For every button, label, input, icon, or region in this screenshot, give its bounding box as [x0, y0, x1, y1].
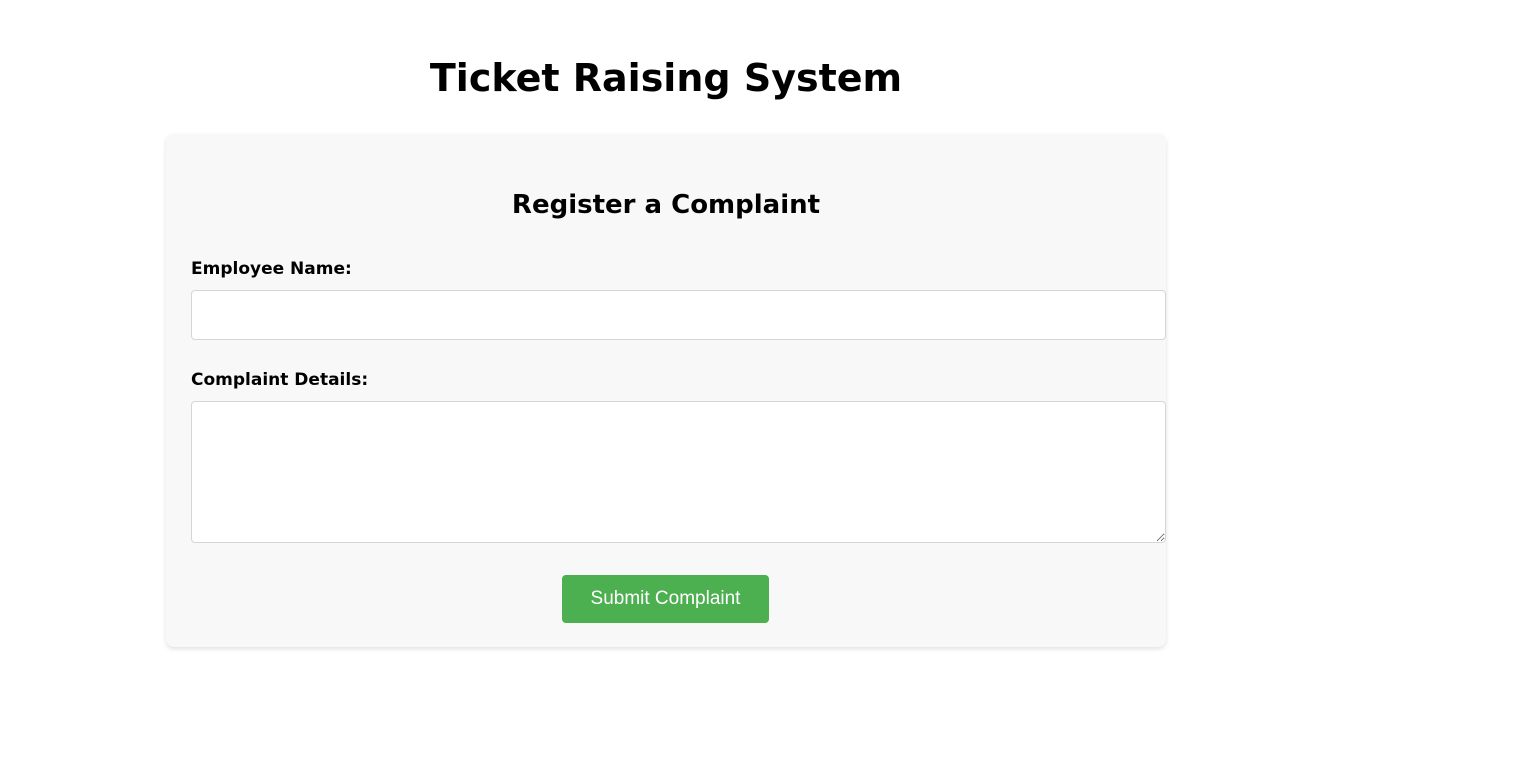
- complaint-form: Register a Complaint Employee Name: Comp…: [166, 134, 1166, 647]
- form-title: Register a Complaint: [511, 190, 821, 220]
- employee-name-label: Employee Name:: [191, 259, 352, 279]
- complaint-details-textarea[interactable]: [191, 401, 1166, 543]
- complaint-details-label: Complaint Details:: [191, 370, 369, 390]
- employee-name-input[interactable]: [191, 290, 1166, 340]
- page-title: Ticket Raising System: [429, 56, 903, 100]
- submit-complaint-button[interactable]: Submit Complaint: [562, 575, 769, 623]
